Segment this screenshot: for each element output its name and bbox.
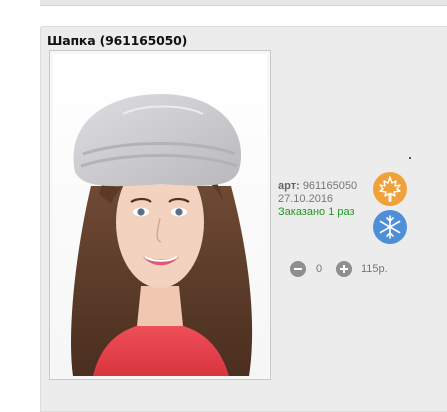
increase-quantity-button[interactable] — [336, 261, 352, 277]
ordered-count: Заказано 1 раз — [278, 206, 355, 218]
maple-leaf-icon — [373, 172, 407, 206]
product-info: арт: 961165050 27.10.2016 Заказано 1 раз — [278, 180, 357, 219]
dot-marker — [409, 157, 411, 159]
quantity-value: 0 — [316, 263, 323, 275]
decrease-quantity-button[interactable] — [290, 261, 306, 277]
previous-card-edge — [40, 0, 447, 6]
product-price: 115р. — [361, 263, 388, 275]
product-image-frame[interactable] — [49, 50, 271, 380]
article-value: 961165050 — [302, 180, 358, 192]
snowflake-icon — [373, 210, 407, 244]
product-card: Шапка (961165050) арт: 961165050 27.10.2… — [40, 26, 447, 412]
article-label: арт: — [278, 180, 300, 192]
product-title: Шапка (961165050) — [47, 33, 188, 48]
article-line: арт: 961165050 — [278, 180, 357, 193]
product-photo[interactable] — [53, 54, 267, 376]
product-date: 27.10.2016 — [278, 193, 334, 205]
